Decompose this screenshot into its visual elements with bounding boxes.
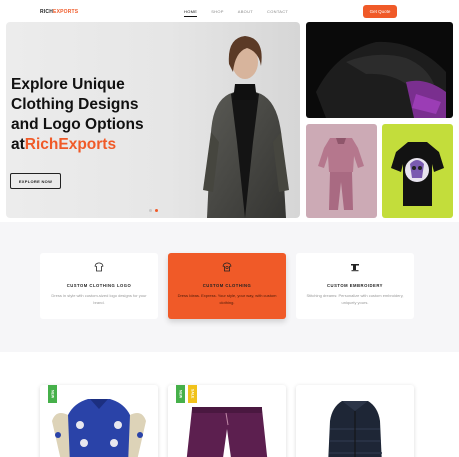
service-card-embroidery[interactable]: CUSTOM EMBROIDERY Stitching dreams: Pers… bbox=[296, 253, 414, 319]
hero-title-line: Explore Unique bbox=[11, 76, 125, 93]
service-title: CUSTOM CLOTHING bbox=[202, 283, 252, 288]
hero-title-line: atRichExports bbox=[11, 135, 181, 155]
tracksuit-image bbox=[318, 138, 364, 210]
varsity-jacket-image bbox=[52, 399, 146, 457]
product-card-track-pants[interactable]: NEW SALE bbox=[168, 385, 286, 457]
services-section: CUSTOM CLOTHING LOGO Dress in style with… bbox=[0, 222, 459, 352]
service-title: CUSTOM CLOTHING LOGO bbox=[66, 283, 132, 288]
new-badge: NEW bbox=[48, 385, 57, 403]
hero-banner: Explore Unique Clothing Designs and Logo… bbox=[6, 22, 300, 218]
product-image-jacket[interactable] bbox=[306, 22, 453, 118]
main-nav: HOME SHOP ABOUT CONTACT bbox=[184, 9, 288, 17]
puffer-vest-image bbox=[328, 401, 382, 457]
sewing-icon bbox=[351, 264, 359, 272]
hero-title-brand: RichExports bbox=[24, 136, 117, 153]
site-header: RICHEXPORTS HOME SHOP ABOUT CONTACT Get … bbox=[0, 0, 459, 22]
new-badge: NEW bbox=[176, 385, 185, 403]
shirt-icon bbox=[94, 262, 104, 272]
explore-now-button[interactable]: EXPLORE NOW bbox=[10, 173, 61, 189]
get-quote-button[interactable]: Get Quote bbox=[363, 5, 397, 18]
service-card-clothing[interactable]: CUSTOM CLOTHING Dress Ideas. Express. Yo… bbox=[168, 253, 286, 319]
brand-suffix: EXPORTS bbox=[53, 9, 79, 15]
tshirt-icon bbox=[222, 262, 232, 272]
hero-title-line: Clothing Designs bbox=[11, 96, 139, 113]
slider-dots bbox=[149, 209, 158, 212]
track-pants-image bbox=[186, 407, 268, 457]
nav-item-home[interactable]: HOME bbox=[184, 9, 198, 17]
product-card-puffer-vest[interactable] bbox=[296, 385, 414, 457]
sale-badge: SALE bbox=[188, 385, 197, 403]
service-card-logo[interactable]: CUSTOM CLOTHING LOGO Dress in style with… bbox=[40, 253, 158, 319]
slider-dot-active[interactable] bbox=[155, 209, 158, 212]
service-description: Dress in style with custom-sized logo de… bbox=[51, 293, 147, 305]
service-description: Stitching dreams: Personalize with custo… bbox=[306, 293, 404, 305]
product-image-tshirt[interactable] bbox=[382, 124, 453, 218]
hero-title-prefix: at bbox=[11, 136, 25, 153]
brand-logo[interactable]: RICHEXPORTS bbox=[40, 9, 78, 15]
nav-item-shop[interactable]: SHOP bbox=[211, 9, 224, 14]
service-description: Dress Ideas. Express. Your style, your w… bbox=[177, 293, 277, 305]
nav-item-contact[interactable]: CONTACT bbox=[267, 9, 288, 14]
page: RICHEXPORTS HOME SHOP ABOUT CONTACT Get … bbox=[0, 0, 459, 457]
product-card-varsity-jacket[interactable]: NEW bbox=[40, 385, 158, 457]
brand-prefix: RICH bbox=[40, 9, 54, 15]
jacket-image bbox=[316, 41, 446, 118]
hero-title: Explore Unique Clothing Designs and Logo… bbox=[11, 75, 181, 155]
tshirt-image bbox=[391, 142, 444, 206]
hero-model-image bbox=[203, 36, 289, 218]
slider-dot[interactable] bbox=[149, 209, 152, 212]
nav-item-about[interactable]: ABOUT bbox=[238, 9, 253, 14]
service-title: CUSTOM EMBROIDERY bbox=[327, 283, 383, 288]
product-image-tracksuit[interactable] bbox=[306, 124, 377, 218]
hero-title-line: and Logo Options bbox=[11, 116, 144, 133]
